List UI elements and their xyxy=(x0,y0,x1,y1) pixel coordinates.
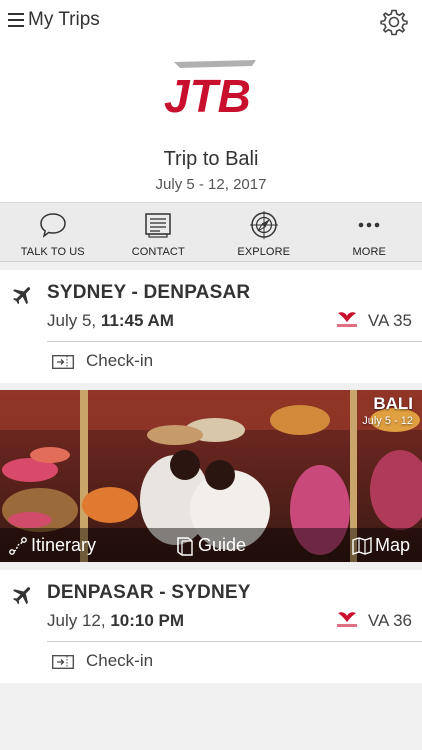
explore-button[interactable]: EXPLORE xyxy=(211,203,317,261)
contact-card-icon xyxy=(145,213,171,238)
flight-route: SYDNEY - DENPASAR xyxy=(47,282,251,303)
itinerary-route-icon xyxy=(9,536,27,555)
more-label: MORE xyxy=(352,246,386,258)
card-divider xyxy=(47,341,422,342)
flight-datetime: July 5, 11:45 AM xyxy=(47,311,174,331)
more-dots-icon xyxy=(358,222,380,228)
explore-label: EXPLORE xyxy=(237,246,291,258)
talk-to-us-button[interactable]: TALK TO US xyxy=(0,203,106,261)
hamburger-menu-icon[interactable] xyxy=(8,13,24,27)
airplane-icon xyxy=(13,587,31,605)
settings-gear-icon[interactable] xyxy=(380,8,408,36)
destination-photo[interactable]: BALI July 5 - 12 Itinerary Guide Map xyxy=(0,390,422,562)
boarding-pass-icon xyxy=(52,655,74,669)
more-button[interactable]: MORE xyxy=(317,203,422,261)
compass-icon xyxy=(249,211,278,239)
virgin-australia-logo xyxy=(337,612,357,627)
boarding-pass-icon xyxy=(52,355,74,369)
guide-book-icon xyxy=(177,536,193,556)
itinerary-label: Itinerary xyxy=(31,535,97,555)
itinerary-link[interactable]: Itinerary xyxy=(8,535,96,556)
map-link[interactable]: Map xyxy=(352,535,410,556)
talk-to-us-label: TALK TO US xyxy=(20,246,85,258)
jtb-logo: JTB xyxy=(164,60,256,120)
map-label: Map xyxy=(375,535,411,555)
trip-header: My Trips JTB Trip to Bali July 5 - 12, 2… xyxy=(0,0,422,202)
check-in-link[interactable]: Check-in xyxy=(86,351,153,371)
guide-label: Guide xyxy=(198,535,247,555)
flight-datetime: July 12, 10:10 PM xyxy=(47,611,184,631)
my-trips-nav[interactable]: My Trips xyxy=(8,9,100,31)
airplane-icon xyxy=(13,287,31,305)
flight-date: July 5, xyxy=(47,311,101,330)
flight-time: 11:45 AM xyxy=(100,311,174,330)
trip-title: Trip to Bali xyxy=(163,148,259,170)
virgin-australia-logo xyxy=(337,312,357,327)
destination-dates: July 5 - 12 xyxy=(362,415,413,427)
flight-card-return[interactable]: DENPASAR - SYDNEY July 12, 10:10 PM VA 3… xyxy=(0,570,422,683)
flight-route: DENPASAR - SYDNEY xyxy=(47,582,251,603)
flight-card-outbound[interactable]: SYDNEY - DENPASAR July 5, 11:45 AM VA 35… xyxy=(0,270,422,383)
guide-link[interactable]: Guide xyxy=(175,535,246,556)
contact-label: CONTACT xyxy=(131,246,185,258)
contact-button[interactable]: CONTACT xyxy=(106,203,212,261)
destination-name: BALI xyxy=(373,394,413,413)
my-trips-label[interactable]: My Trips xyxy=(28,9,100,31)
action-toolbar: TALK TO US CONTACT EXPLORE MORE xyxy=(0,202,422,262)
map-icon xyxy=(352,536,372,555)
flight-time: 10:10 PM xyxy=(110,611,185,630)
check-in-link[interactable]: Check-in xyxy=(86,651,153,671)
flight-number: VA 35 xyxy=(367,311,412,330)
trip-dates: July 5 - 12, 2017 xyxy=(155,176,267,193)
flight-number: VA 36 xyxy=(367,611,412,630)
chat-bubble-icon xyxy=(39,213,66,238)
flight-date: July 12, xyxy=(47,611,111,630)
svg-text:JTB: JTB xyxy=(164,70,251,120)
card-divider xyxy=(47,641,422,642)
